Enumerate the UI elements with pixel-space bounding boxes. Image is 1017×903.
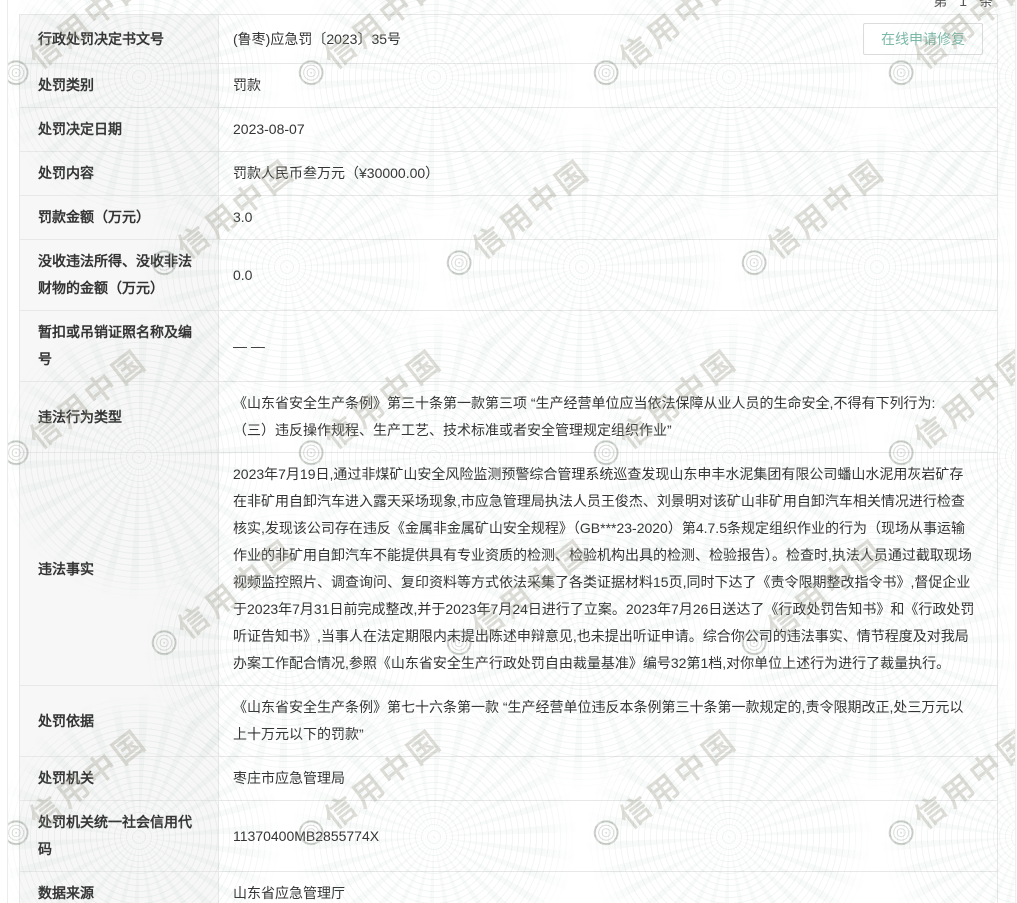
online-repair-request-button[interactable]: 在线申请修复: [863, 23, 983, 55]
fine-amount: 3.0: [233, 204, 252, 231]
table-row: 处罚内容 罚款人民币叁万元（¥30000.00）: [20, 151, 997, 195]
confiscation-amount: 0.0: [233, 262, 252, 289]
row-label: 处罚内容: [20, 152, 219, 195]
violation-facts: 2023年7月19日,通过非煤矿山安全风险监测预警综合管理系统巡查发现山东申丰水…: [233, 461, 977, 677]
row-value: 山东省应急管理厅: [219, 872, 997, 903]
row-value: 3.0: [219, 196, 997, 239]
row-value: 罚款: [219, 64, 997, 107]
row-label: 违法行为类型: [20, 382, 219, 452]
table-row: 处罚机关统一社会信用代码 11370400MB2855774X: [20, 800, 997, 871]
penalty-content: 罚款人民币叁万元（¥30000.00）: [233, 160, 439, 187]
row-label: 违法事实: [20, 453, 219, 685]
row-label: 暂扣或吊销证照名称及编号: [20, 311, 219, 381]
row-label: 行政处罚决定书文号: [20, 15, 219, 63]
row-label: 处罚机关统一社会信用代码: [20, 801, 219, 871]
row-value: 2023-08-07: [219, 108, 997, 151]
authority-credit-code: 11370400MB2855774X: [233, 823, 379, 850]
row-value: 2023年7月19日,通过非煤矿山安全风险监测预警综合管理系统巡查发现山东申丰水…: [219, 453, 997, 685]
row-value: 罚款人民币叁万元（¥30000.00）: [219, 152, 997, 195]
pagination-clipped-text: 第 1 条: [933, 0, 997, 11]
penalty-authority: 枣庄市应急管理局: [233, 765, 345, 792]
row-label: 数据来源: [20, 872, 219, 903]
penalty-decision-date: 2023-08-07: [233, 116, 305, 143]
row-value: 枣庄市应急管理局: [219, 757, 997, 800]
penalty-doc-number: (鲁枣)应急罚〔2023〕35号: [233, 26, 401, 53]
table-row: 暂扣或吊销证照名称及编号 — —: [20, 310, 997, 381]
row-value: — —: [219, 311, 997, 381]
row-value: 11370400MB2855774X: [219, 801, 997, 871]
row-value: 《山东省安全生产条例》第三十条第一款第三项 “生产经营单位应当依法保障从业人员的…: [219, 382, 997, 452]
violation-type: 《山东省安全生产条例》第三十条第一款第三项 “生产经营单位应当依法保障从业人员的…: [233, 390, 935, 444]
page-container: 第 1 条 行政处罚决定书文号 (鲁枣)应急罚〔2023〕35号 在线申请修复 …: [7, 0, 1016, 903]
license-suspension: — —: [233, 333, 265, 360]
table-row: 处罚类别 罚款: [20, 63, 997, 107]
data-source: 山东省应急管理厅: [233, 880, 345, 903]
table-row: 处罚依据 《山东省安全生产条例》第七十六条第一款 “生产经营单位违反本条例第三十…: [20, 685, 997, 756]
row-label: 没收违法所得、没收非法财物的金额（万元）: [20, 240, 219, 310]
row-value: (鲁枣)应急罚〔2023〕35号 在线申请修复: [219, 15, 997, 63]
table-row: 处罚机关 枣庄市应急管理局: [20, 756, 997, 800]
table-row: 违法行为类型 《山东省安全生产条例》第三十条第一款第三项 “生产经营单位应当依法…: [20, 381, 997, 452]
row-label: 处罚类别: [20, 64, 219, 107]
table-row: 没收违法所得、没收非法财物的金额（万元） 0.0: [20, 239, 997, 310]
row-label: 处罚决定日期: [20, 108, 219, 151]
row-label: 罚款金额（万元）: [20, 196, 219, 239]
penalty-record-table: 行政处罚决定书文号 (鲁枣)应急罚〔2023〕35号 在线申请修复 处罚类别 罚…: [19, 14, 998, 903]
table-row: 行政处罚决定书文号 (鲁枣)应急罚〔2023〕35号 在线申请修复: [20, 15, 997, 63]
table-row: 罚款金额（万元） 3.0: [20, 195, 997, 239]
table-row: 处罚决定日期 2023-08-07: [20, 107, 997, 151]
row-label: 处罚机关: [20, 757, 219, 800]
penalty-category: 罚款: [233, 72, 261, 99]
table-row: 数据来源 山东省应急管理厅: [20, 871, 997, 903]
row-label: 处罚依据: [20, 686, 219, 756]
table-row: 违法事实 2023年7月19日,通过非煤矿山安全风险监测预警综合管理系统巡查发现…: [20, 452, 997, 685]
penalty-basis: 《山东省安全生产条例》第七十六条第一款 “生产经营单位违反本条例第三十条第一款规…: [233, 694, 977, 748]
row-value: 《山东省安全生产条例》第七十六条第一款 “生产经营单位违反本条例第三十条第一款规…: [219, 686, 997, 756]
row-value: 0.0: [219, 240, 997, 310]
